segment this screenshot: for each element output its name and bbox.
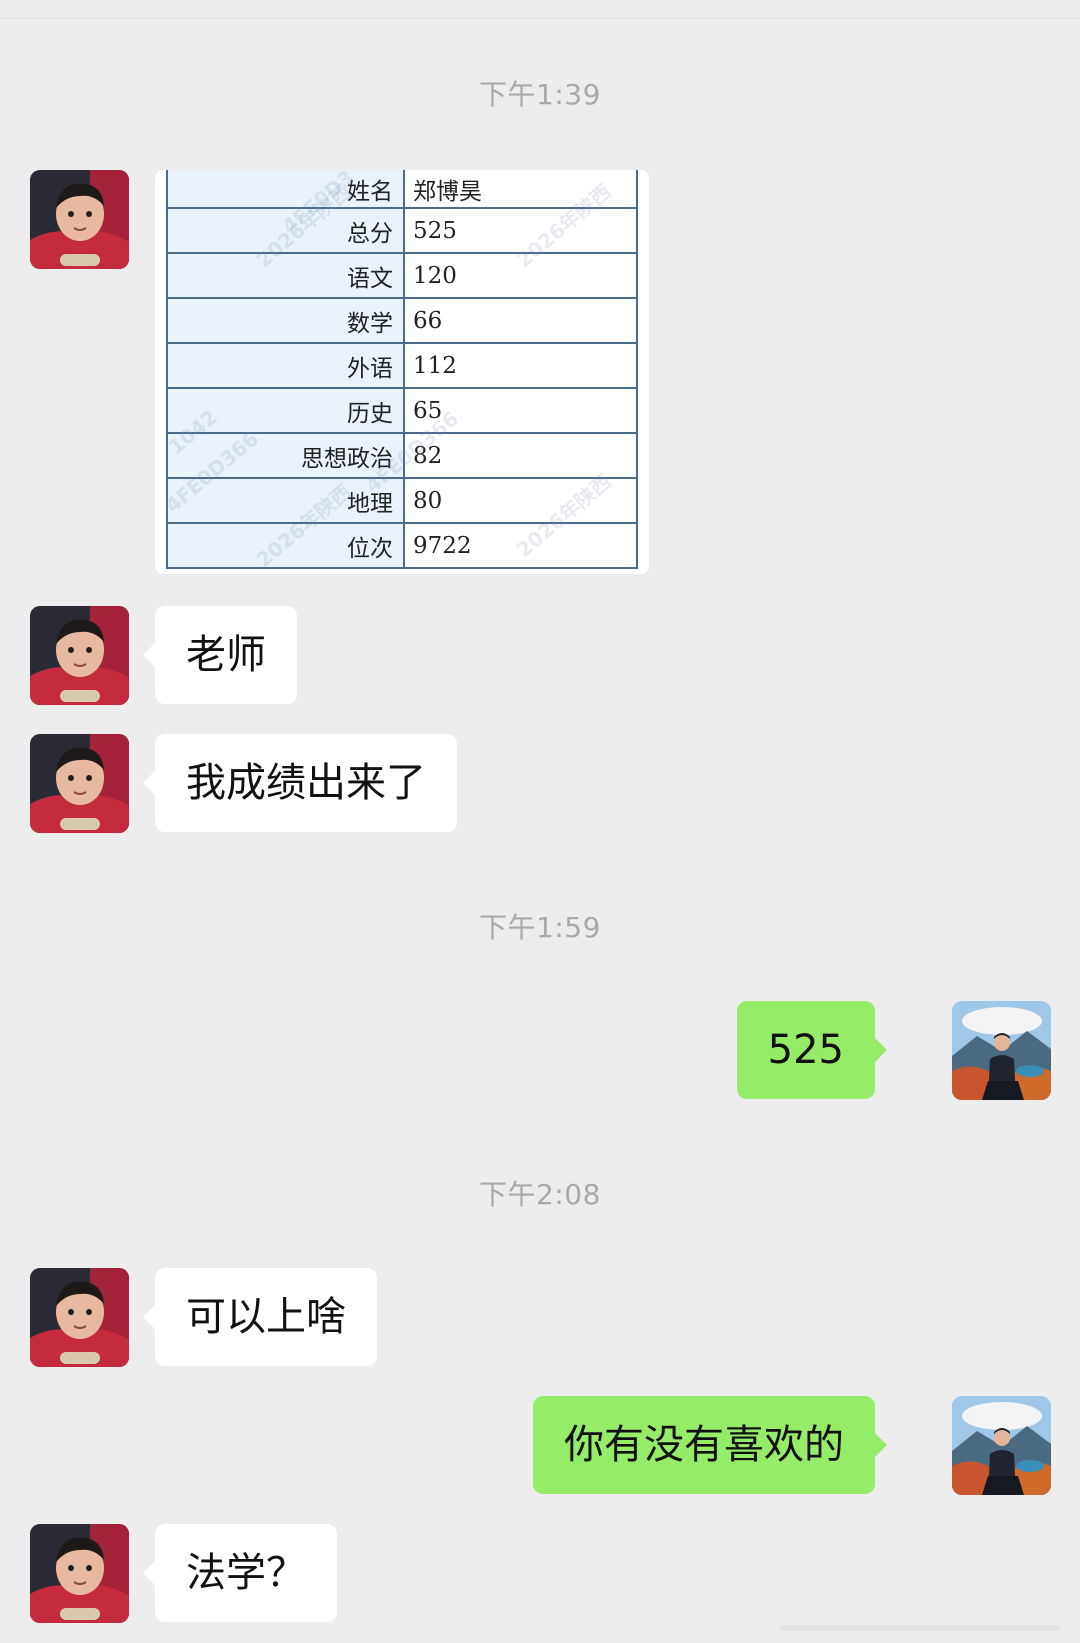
message-bubble-incoming[interactable]: 我成绩出来了 xyxy=(143,734,457,832)
score-value: 112 xyxy=(404,343,638,389)
contact-avatar[interactable] xyxy=(30,734,129,833)
score-value: 郑博昊 xyxy=(404,170,638,209)
table-row: 数学 66 xyxy=(166,298,638,344)
score-report-image[interactable]: 姓名 郑博昊 总分 525 语文 120 数学 66 外语 112 历史 65 思想政治 82… xyxy=(155,170,649,574)
score-value: 9722 xyxy=(404,523,638,569)
table-row: 历史 65 xyxy=(166,388,638,434)
top-divider xyxy=(0,0,1080,19)
message-bubble-incoming[interactable]: 老师 xyxy=(143,606,297,704)
my-avatar[interactable] xyxy=(952,1396,1051,1495)
score-label: 地理 xyxy=(166,478,405,524)
score-table: 姓名 郑博昊 总分 525 语文 120 数学 66 外语 112 历史 65 思想政治 82… xyxy=(166,170,638,569)
score-value: 120 xyxy=(404,253,638,299)
score-label: 数学 xyxy=(166,298,405,344)
table-row: 地理 80 xyxy=(166,478,638,524)
score-value: 525 xyxy=(404,208,638,254)
message-bubble-incoming[interactable]: 法学？ xyxy=(143,1524,337,1622)
my-avatar[interactable] xyxy=(952,1001,1051,1100)
contact-avatar[interactable] xyxy=(30,170,129,269)
score-label: 语文 xyxy=(166,253,405,299)
table-row: 姓名 郑博昊 xyxy=(166,170,638,209)
message-bubble-outgoing[interactable]: 525 xyxy=(736,1001,888,1099)
score-label: 总分 xyxy=(166,208,405,254)
score-label: 姓名 xyxy=(166,170,405,209)
contact-avatar[interactable] xyxy=(30,1524,129,1623)
score-value: 65 xyxy=(404,388,638,434)
score-label: 位次 xyxy=(166,523,405,569)
score-label: 历史 xyxy=(166,388,405,434)
score-label: 外语 xyxy=(166,343,405,389)
table-row: 位次 9722 xyxy=(166,523,638,569)
table-row: 总分 525 xyxy=(166,208,638,254)
score-value: 66 xyxy=(404,298,638,344)
score-label: 思想政治 xyxy=(166,433,405,479)
timestamp: 下午1:59 xyxy=(479,911,601,944)
timestamp: 下午2:08 xyxy=(479,1178,601,1211)
contact-avatar[interactable] xyxy=(30,606,129,705)
table-row: 外语 112 xyxy=(166,343,638,389)
faint-watermark-strip xyxy=(780,1620,1060,1632)
timestamp: 下午1:39 xyxy=(479,78,601,111)
message-bubble-outgoing[interactable]: 你有没有喜欢的 xyxy=(533,1396,887,1494)
score-value: 82 xyxy=(404,433,638,479)
table-row: 思想政治 82 xyxy=(166,433,638,479)
message-bubble-incoming[interactable]: 可以上啥 xyxy=(143,1268,377,1366)
table-row: 语文 120 xyxy=(166,253,638,299)
score-value: 80 xyxy=(404,478,638,524)
contact-avatar[interactable] xyxy=(30,1268,129,1367)
